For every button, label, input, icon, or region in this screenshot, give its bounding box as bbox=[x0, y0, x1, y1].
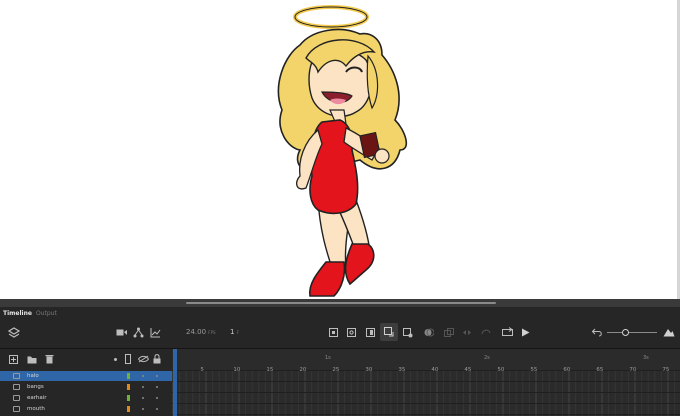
ruler-frame-label: 25 bbox=[332, 367, 340, 373]
layer-row-earhair[interactable]: earhair bbox=[0, 393, 172, 403]
lock-dot[interactable] bbox=[156, 375, 158, 377]
clear-keyframe-icon[interactable] bbox=[366, 328, 375, 337]
timeline-panel: Timeline Output 24.00 FPS 1 F halo bangs… bbox=[0, 307, 680, 416]
app-window: Timeline Output 24.00 FPS 1 F halo bangs… bbox=[0, 0, 680, 416]
ruler-frame-label: 40 bbox=[431, 367, 439, 373]
rig-icon[interactable] bbox=[133, 327, 144, 338]
fps-readout[interactable]: 24.00 FPS bbox=[186, 328, 216, 336]
onion-skin-icon[interactable] bbox=[424, 328, 434, 337]
ruler-frame-label: 20 bbox=[299, 367, 307, 373]
lock-dot[interactable] bbox=[156, 408, 158, 410]
edit-multiple-icon[interactable] bbox=[444, 328, 454, 337]
layer-color-swatch[interactable] bbox=[127, 373, 130, 379]
ruler-second-label: 1s bbox=[325, 355, 331, 361]
insert-keyframe-icon[interactable] bbox=[329, 328, 338, 337]
layer-header bbox=[0, 349, 172, 371]
scrollbar-thumb[interactable] bbox=[186, 302, 496, 304]
motion-tween-icon bbox=[384, 327, 394, 337]
character-illustration[interactable] bbox=[0, 0, 680, 299]
current-frame-value[interactable]: 1 bbox=[230, 328, 234, 336]
layer-color-swatch[interactable] bbox=[127, 384, 130, 390]
ruler-frame-label: 15 bbox=[266, 367, 274, 373]
lock-dot[interactable] bbox=[156, 397, 158, 399]
lock-dot[interactable] bbox=[156, 386, 158, 388]
panel-tab-bar: Timeline Output bbox=[0, 307, 680, 319]
ruler-frame-label: 30 bbox=[365, 367, 373, 373]
visibility-dot[interactable] bbox=[142, 386, 144, 388]
visibility-dot[interactable] bbox=[142, 397, 144, 399]
new-layer-icon[interactable] bbox=[9, 355, 18, 364]
ruler-frame-label: 45 bbox=[464, 367, 472, 373]
visibility-dot[interactable] bbox=[142, 375, 144, 377]
ruler-frame-label: 55 bbox=[530, 367, 538, 373]
layer-icon bbox=[13, 373, 20, 379]
ruler-frame-label: 75 bbox=[662, 367, 670, 373]
layer-color-swatch[interactable] bbox=[127, 395, 130, 401]
ruler-frame-label: 35 bbox=[398, 367, 406, 373]
loop-icon[interactable] bbox=[502, 327, 513, 338]
camera-icon[interactable] bbox=[116, 328, 127, 337]
visibility-dot[interactable] bbox=[142, 408, 144, 410]
layer-row-halo[interactable]: halo bbox=[0, 371, 172, 381]
active-dot-icon bbox=[114, 358, 117, 361]
layer-name: bangs bbox=[27, 384, 44, 390]
frame-unit: F bbox=[236, 330, 240, 335]
trash-icon[interactable] bbox=[45, 354, 54, 364]
outline-icon[interactable] bbox=[125, 354, 131, 364]
layer-icon bbox=[13, 384, 20, 390]
tab-timeline[interactable]: Timeline bbox=[3, 309, 32, 319]
ruler-frame-label: 5 bbox=[200, 367, 204, 373]
mountain-icon[interactable] bbox=[663, 327, 675, 337]
ruler-second-label: 2s bbox=[484, 355, 490, 361]
layer-color-swatch[interactable] bbox=[127, 406, 130, 412]
new-folder-icon[interactable] bbox=[27, 355, 37, 364]
zoom-slider[interactable] bbox=[607, 332, 657, 333]
stage-canvas[interactable] bbox=[0, 0, 680, 299]
ruler-frame-label: 70 bbox=[629, 367, 637, 373]
ruler-frame-label: 60 bbox=[563, 367, 571, 373]
visibility-icon[interactable] bbox=[138, 355, 149, 363]
paste-motion-icon[interactable] bbox=[403, 328, 413, 338]
ruler-frame-label: 65 bbox=[596, 367, 604, 373]
graph-icon[interactable] bbox=[150, 327, 161, 338]
onion-range-icon bbox=[463, 330, 471, 335]
shoe-right-shape bbox=[344, 243, 375, 286]
ruler-second-label: 3s bbox=[643, 355, 649, 361]
playhead[interactable] bbox=[173, 349, 177, 416]
tab-output[interactable]: Output bbox=[36, 309, 57, 319]
layer-row-bangs[interactable]: bangs bbox=[0, 382, 172, 392]
layer-list: halo bangs earhair mouth bbox=[0, 371, 172, 416]
sync-icon bbox=[481, 329, 491, 335]
frame-grid[interactable] bbox=[172, 349, 680, 416]
timeline-toolbar: 24.00 FPS 1 F bbox=[0, 319, 680, 349]
undo-icon[interactable] bbox=[592, 328, 603, 337]
frame-readout[interactable]: 1 F bbox=[230, 328, 239, 336]
layer-icon bbox=[13, 395, 20, 401]
motion-tween-button[interactable] bbox=[380, 323, 398, 341]
layer-name: halo bbox=[27, 373, 39, 379]
ruler-frame-label: 50 bbox=[497, 367, 505, 373]
layer-name: mouth bbox=[27, 406, 45, 412]
layer-name: earhair bbox=[27, 395, 47, 401]
zoom-slider-handle[interactable] bbox=[622, 329, 629, 336]
blank-keyframe-icon[interactable] bbox=[347, 328, 356, 337]
layers-icon[interactable] bbox=[8, 327, 20, 339]
layer-icon bbox=[13, 406, 20, 412]
fps-value[interactable]: 24.00 bbox=[186, 328, 206, 336]
play-icon[interactable] bbox=[521, 328, 530, 337]
stage-horizontal-scrollbar[interactable] bbox=[0, 299, 680, 307]
fps-unit: FPS bbox=[208, 330, 216, 335]
shoe-left-shape bbox=[308, 261, 346, 297]
lock-icon[interactable] bbox=[153, 354, 161, 364]
ruler-frame-label: 10 bbox=[233, 367, 241, 373]
timeline-frames-area[interactable] bbox=[172, 349, 680, 416]
layer-row-mouth[interactable]: mouth bbox=[0, 404, 172, 414]
